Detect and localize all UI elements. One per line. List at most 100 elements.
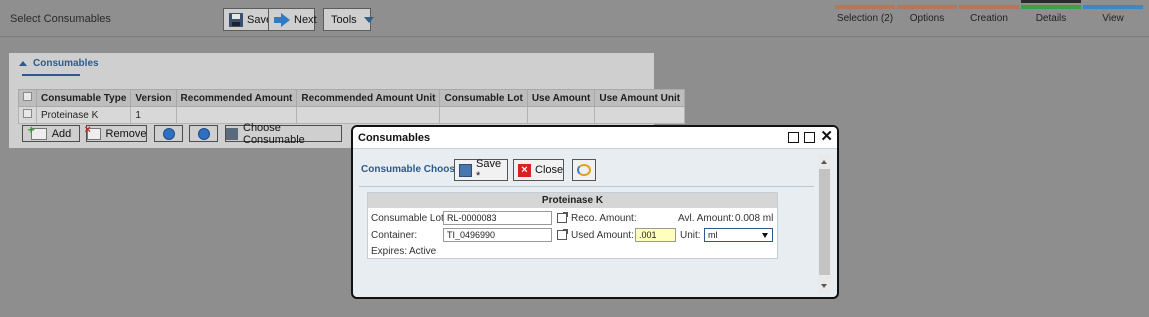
save-button[interactable]: Save (223, 8, 272, 31)
dialog-divider (359, 186, 814, 187)
choose-consumable-button[interactable]: Choose Consumable (225, 122, 342, 146)
save-icon (229, 12, 243, 27)
grid-picker-icon (226, 127, 238, 140)
table-row[interactable]: Proteinase K 1 (18, 106, 686, 124)
step-bar (1083, 5, 1143, 9)
table-cell[interactable]: Proteinase K (35, 106, 132, 124)
step-creation[interactable]: Creation (959, 5, 1019, 35)
used-amount-field[interactable] (635, 228, 676, 242)
panel-title: Consumables (33, 58, 99, 69)
next-button-label: Next (294, 13, 317, 26)
step-label: Options (909, 13, 945, 24)
consumable-lot-field[interactable] (443, 211, 552, 225)
expires-value: Active (409, 246, 437, 257)
row-checkbox[interactable] (23, 109, 32, 118)
unit-select-value: ml (708, 230, 718, 240)
consumable-chooser-label: Consumable Chooser (361, 164, 465, 175)
card-title: Proteinase K (368, 193, 777, 208)
arrow-right-icon (274, 12, 290, 27)
step-indicator-chip (1021, 0, 1081, 3)
dialog-header: Consumables ✕ (353, 127, 837, 149)
save-icon (459, 163, 472, 177)
next-button[interactable]: Next (268, 8, 317, 31)
consumable-lot-label: Consumable Lot: (371, 213, 447, 224)
scroll-up-icon[interactable] (821, 160, 827, 164)
arrow-up-circle-icon (162, 127, 175, 140)
column-header[interactable]: Consumable Lot (439, 89, 528, 107)
table-cell[interactable] (439, 106, 528, 124)
row-checkbox-cell[interactable] (18, 106, 37, 124)
add-row-icon (28, 123, 47, 140)
step-bar (835, 5, 895, 9)
restore-icon[interactable] (788, 131, 800, 143)
step-selection[interactable]: Selection (2) (835, 5, 895, 35)
unit-label: Unit: (680, 230, 701, 241)
dialog-window-controls: ✕ (788, 129, 833, 144)
column-header[interactable]: Recommended Amount Unit (296, 89, 441, 107)
table-cell[interactable] (526, 106, 596, 124)
remove-button-label: Remove (105, 127, 147, 140)
remove-button[interactable]: Remove (85, 124, 147, 142)
move-down-button[interactable] (189, 125, 218, 142)
add-button[interactable]: Add (22, 123, 80, 142)
tools-menu-button[interactable]: Tools (323, 8, 374, 31)
step-label: Selection (2) (836, 13, 894, 24)
external-link-icon[interactable] (557, 212, 568, 223)
step-label: View (1102, 13, 1124, 24)
step-options[interactable]: Options (897, 5, 957, 35)
table-cell[interactable] (594, 106, 686, 124)
chevron-up-icon[interactable] (19, 61, 27, 66)
step-view[interactable]: View (1083, 5, 1143, 35)
consumables-dialog: Consumables ✕ Consumable Chooser Save * … (351, 125, 839, 299)
dialog-save-button[interactable]: Save * (454, 158, 508, 182)
column-header[interactable]: Consumable Type (35, 89, 132, 107)
refresh-icon (577, 164, 591, 176)
table-header-row: Consumable Type Version Recommended Amou… (18, 89, 686, 107)
select-all-checkbox[interactable] (23, 92, 32, 101)
scrollbar-thumb[interactable] (819, 169, 830, 275)
step-label: Creation (970, 13, 1008, 24)
chevron-down-icon (363, 16, 374, 23)
step-details[interactable]: Details (1021, 5, 1081, 35)
dialog-save-label: Save * (476, 158, 502, 182)
top-toolbar: Select Consumables Save Next Tools Selec… (0, 0, 1149, 37)
refresh-button[interactable] (572, 159, 596, 181)
reco-amount-label: Reco. Amount: (571, 213, 637, 224)
expires-label: Expires: (371, 246, 408, 257)
column-header[interactable]: Use Amount (526, 89, 596, 107)
step-bar (959, 5, 1019, 9)
page-title: Select Consumables (10, 13, 111, 25)
dialog-close-button[interactable]: × Close (513, 159, 564, 181)
container-label: Container: (371, 230, 418, 241)
dropdown-arrow-icon (762, 233, 768, 238)
close-red-icon: × (518, 163, 531, 177)
tools-button-label: Tools (331, 13, 357, 26)
maximize-icon[interactable] (804, 131, 816, 143)
remove-row-icon (85, 124, 101, 140)
consumables-table: Consumable Type Version Recommended Amou… (18, 89, 686, 124)
scroll-down-icon[interactable] (821, 284, 827, 288)
container-field[interactable] (443, 228, 552, 242)
add-button-label: Add (51, 127, 72, 140)
dialog-scrollbar[interactable] (818, 155, 831, 293)
wizard-steps: Selection (2) Options Creation Details V… (835, 5, 1143, 35)
dialog-title: Consumables (358, 132, 431, 144)
step-bar (1021, 5, 1081, 9)
column-header[interactable]: Recommended Amount (175, 89, 298, 107)
column-header[interactable]: Version (130, 89, 177, 107)
used-amount-label: Used Amount: (571, 230, 634, 241)
step-label: Details (1035, 13, 1067, 24)
consumable-card: Proteinase K Consumable Lot: Reco. Amoun… (367, 192, 778, 259)
arrow-down-circle-icon (197, 127, 210, 140)
avl-amount-label: Avl. Amount: (678, 213, 734, 224)
avl-amount-value: 0.008 ml (735, 213, 774, 224)
consumables-panel-header[interactable]: Consumables (19, 58, 99, 69)
close-icon[interactable]: ✕ (820, 129, 833, 144)
unit-select[interactable]: ml (704, 228, 773, 242)
external-link-icon[interactable] (557, 229, 568, 240)
table-cell[interactable]: 1 (130, 106, 177, 124)
step-bar (897, 5, 957, 9)
move-up-button[interactable] (154, 125, 183, 142)
column-header[interactable]: Use Amount Unit (594, 89, 686, 107)
select-all-checkbox-cell[interactable] (18, 89, 37, 107)
